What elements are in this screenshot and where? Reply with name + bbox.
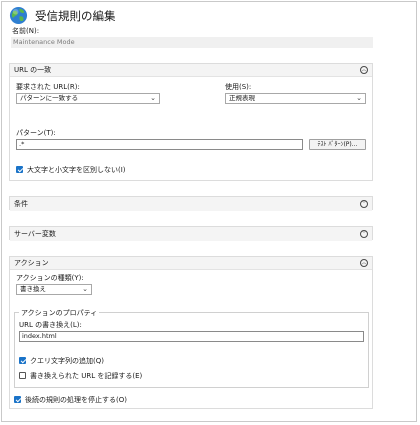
requested-url-select[interactable]: パターンに一致する ⌄ — [16, 93, 160, 104]
append-query-checkbox[interactable] — [19, 357, 26, 364]
stop-processing-label: 後続の規則の処理を停止する(O) — [25, 396, 127, 404]
action-header[interactable]: アクション ︿ — [10, 257, 372, 270]
server-variables-section: サーバー変数 ﹀ — [9, 226, 373, 241]
chevron-down-icon: ⌄ — [356, 94, 362, 102]
chevron-down-icon: ⌄ — [150, 94, 156, 102]
pattern-input[interactable]: .* — [16, 139, 303, 150]
expand-icon[interactable]: ﹀ — [360, 200, 368, 208]
collapse-icon[interactable]: ︿ — [360, 259, 368, 267]
action-type-label: アクションの種類(Y): — [16, 274, 84, 282]
pattern-label: パターン(T): — [16, 129, 56, 137]
ignore-case-label: 大文字と小文字を区別しない(I) — [27, 166, 126, 174]
server-variables-heading: サーバー変数 — [14, 230, 56, 238]
using-label: 使用(S): — [225, 83, 252, 91]
rewrite-url-input[interactable]: index.html — [19, 331, 364, 342]
server-variables-header[interactable]: サーバー変数 ﹀ — [10, 227, 372, 241]
test-pattern-button[interactable]: ﾃｽﾄ ﾊﾟﾀｰﾝ(P)... — [309, 139, 366, 150]
name-field[interactable]: Maintenance Mode — [11, 37, 373, 48]
name-label: 名前(N): — [12, 27, 40, 35]
ignore-case-checkbox[interactable] — [16, 166, 23, 173]
append-query-label: クエリ文字列の追加(Q) — [30, 357, 104, 365]
expand-icon[interactable]: ﹀ — [360, 230, 368, 238]
action-type-select[interactable]: 書き換え ⌄ — [16, 284, 92, 295]
stop-processing-checkbox[interactable] — [14, 396, 21, 403]
action-properties-label: アクションのプロパティ — [19, 308, 100, 318]
conditions-heading: 条件 — [14, 200, 28, 208]
collapse-icon[interactable]: ︿ — [360, 66, 368, 74]
rewrite-url-label: URL の書き換え(L): — [19, 321, 82, 329]
using-select[interactable]: 正規表現 ⌄ — [225, 93, 366, 104]
requested-url-value: パターンに一致する — [20, 94, 79, 102]
conditions-section: 条件 ﹀ — [9, 196, 373, 211]
action-heading: アクション — [14, 259, 49, 267]
using-value: 正規表現 — [229, 94, 255, 102]
requested-url-label: 要求された URL(R): — [16, 83, 80, 91]
url-match-header[interactable]: URL の一致 ︿ — [10, 64, 372, 77]
url-match-section: URL の一致 ︿ — [9, 63, 373, 181]
chevron-down-icon: ⌄ — [82, 285, 88, 293]
action-type-value: 書き換え — [20, 285, 46, 293]
globe-icon — [9, 6, 28, 25]
page-title: 受信規則の編集 — [35, 9, 116, 23]
conditions-header[interactable]: 条件 ﹀ — [10, 197, 372, 211]
log-rewritten-checkbox[interactable] — [19, 372, 26, 379]
log-rewritten-label: 書き換えられた URL を記録する(E) — [30, 372, 143, 380]
url-match-heading: URL の一致 — [14, 66, 52, 74]
